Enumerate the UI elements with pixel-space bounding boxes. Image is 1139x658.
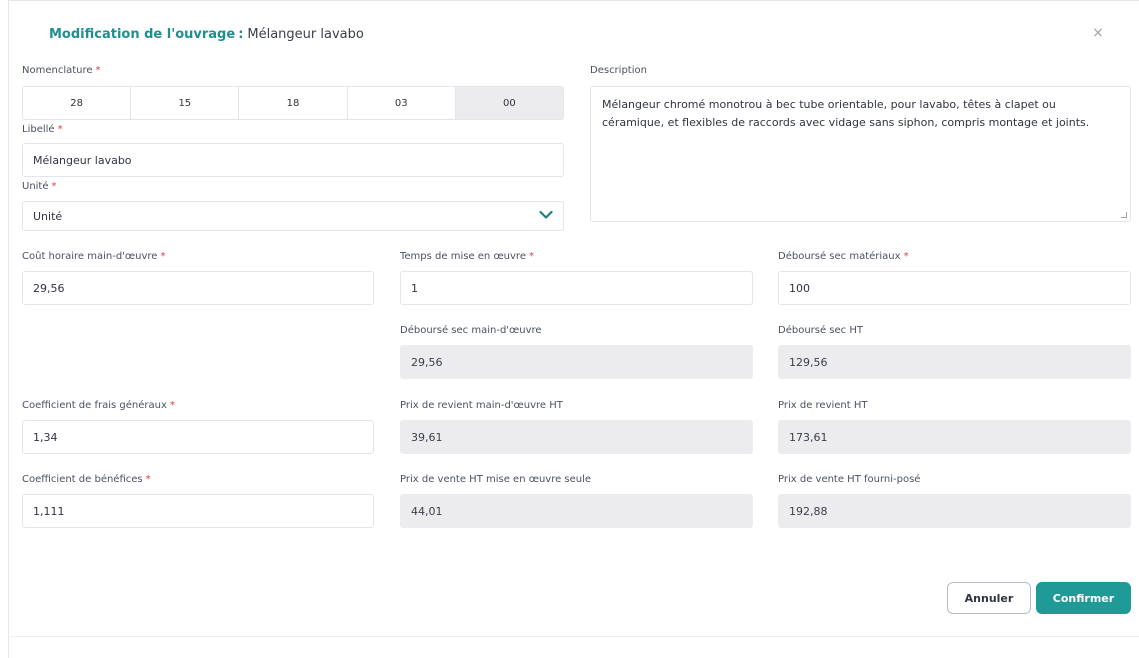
libelle-label: Libellé * — [22, 124, 63, 135]
confirm-button[interactable]: Confirmer — [1036, 582, 1131, 614]
title-prefix: Modification de l'ouvrage — [49, 27, 236, 42]
nomenclature-code-5: 00 — [455, 87, 563, 119]
prix-revient-mo-value: 39,61 — [400, 420, 753, 454]
nomenclature-code-4[interactable]: 03 — [348, 87, 456, 119]
prix-revient-ht-value: 173,61 — [778, 420, 1131, 454]
description-textarea[interactable]: Mélangeur chromé monotrou à bec tube ori… — [590, 86, 1131, 222]
coef-benefices-label: Coefficient de bénéfices * — [22, 474, 151, 485]
chevron-down-icon — [539, 210, 553, 219]
coef-frais-label: Coefficient de frais généraux * — [22, 400, 175, 411]
title-work-name: Mélangeur lavabo — [247, 27, 364, 42]
debourse-mo-label: Déboursé sec main-d'œuvre — [400, 325, 542, 336]
resize-handle-icon[interactable] — [1121, 212, 1127, 218]
libelle-input[interactable]: Mélangeur lavabo — [22, 143, 564, 177]
close-icon[interactable]: × — [1091, 26, 1105, 40]
nomenclature-code-2[interactable]: 15 — [131, 87, 240, 119]
cout-horaire-input[interactable]: 29,56 — [22, 271, 374, 305]
debourse-ht-label: Déboursé sec HT — [778, 325, 863, 336]
prix-revient-mo-label: Prix de revient main-d'œuvre HT — [400, 400, 563, 411]
temps-mise-input[interactable]: 1 — [400, 271, 753, 305]
description-label: Description — [590, 65, 647, 76]
cout-horaire-label: Coût horaire main-d'œuvre * — [22, 251, 166, 262]
cancel-button[interactable]: Annuler — [947, 582, 1031, 614]
description-text: Mélangeur chromé monotrou à bec tube ori… — [602, 98, 1090, 129]
debourse-materiaux-input[interactable]: 100 — [778, 271, 1131, 305]
prix-vente-mo-value: 44,01 — [400, 494, 753, 528]
nomenclature-code-1[interactable]: 28 — [23, 87, 132, 119]
footer-divider — [8, 636, 1139, 637]
unite-select[interactable]: Unité — [22, 201, 564, 231]
nomenclature-label: Nomenclature * — [22, 65, 101, 76]
prix-vente-fp-value: 192,88 — [778, 494, 1131, 528]
coef-frais-input[interactable]: 1,34 — [22, 420, 374, 454]
debourse-materiaux-label: Déboursé sec matériaux * — [778, 251, 909, 262]
prix-revient-ht-label: Prix de revient HT — [778, 400, 868, 411]
unite-selected-value: Unité — [33, 209, 63, 223]
debourse-ht-value: 129,56 — [778, 345, 1131, 379]
modal-title: Modification de l'ouvrage: Mélangeur lava… — [49, 27, 364, 42]
coef-benefices-input[interactable]: 1,111 — [22, 494, 374, 528]
nomenclature-fields: 28 15 18 03 00 — [22, 86, 564, 120]
temps-mise-label: Temps de mise en œuvre * — [400, 251, 534, 262]
prix-vente-fp-label: Prix de vente HT fourni-posé — [778, 474, 921, 485]
unite-label: Unité * — [22, 181, 57, 192]
debourse-mo-value: 29,56 — [400, 345, 753, 379]
prix-vente-mo-label: Prix de vente HT mise en œuvre seule — [400, 474, 592, 485]
title-separator: : — [238, 27, 244, 42]
nomenclature-code-3[interactable]: 18 — [239, 87, 348, 119]
